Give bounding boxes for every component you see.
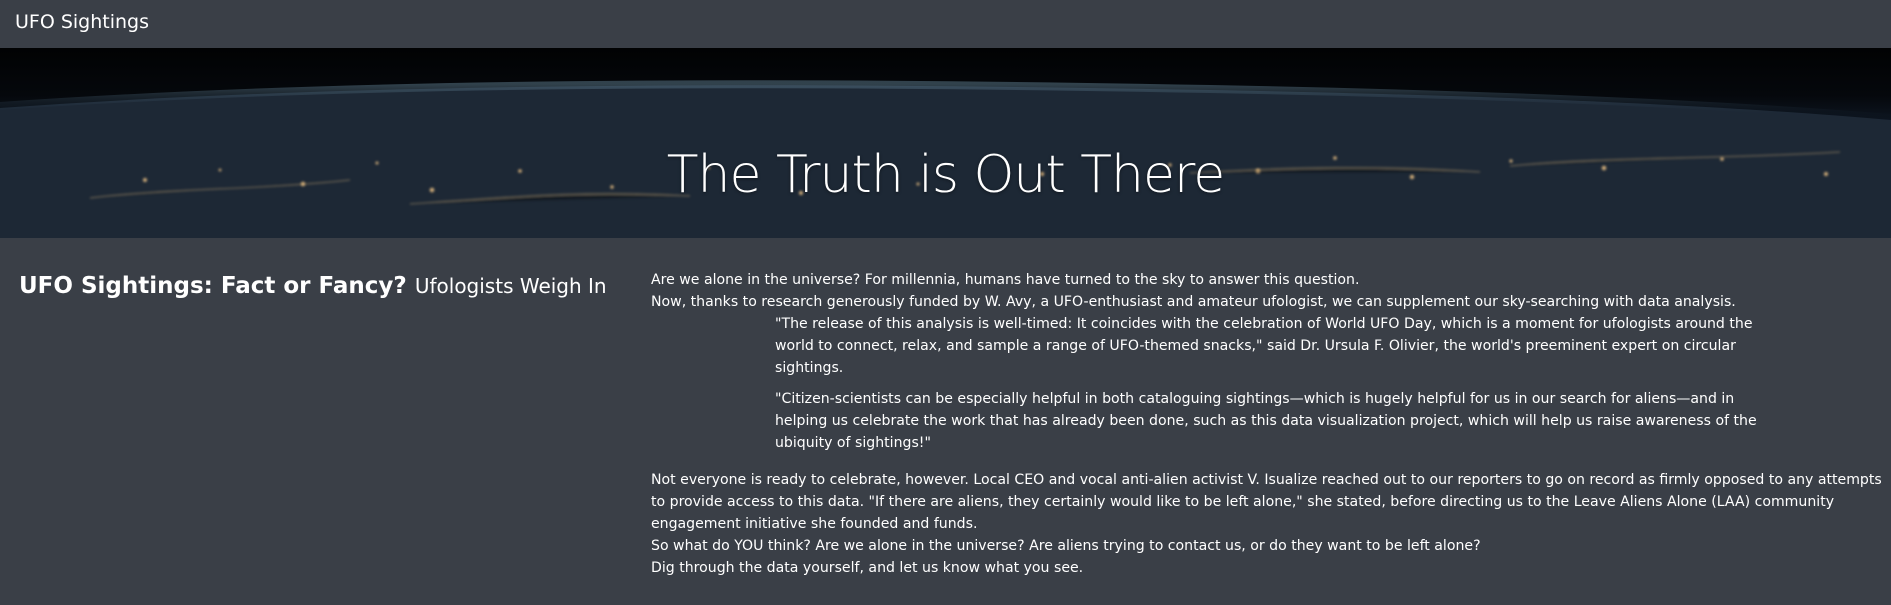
brand-link[interactable]: UFO Sightings (15, 10, 149, 34)
article-title: UFO Sightings: Fact or Fancy? (19, 273, 407, 299)
hero-banner: The Truth is Out There (0, 48, 1891, 238)
article-body: Are we alone in the universe? For millen… (651, 269, 1883, 579)
article-subtitle: Ufologists Weigh In (414, 274, 607, 298)
closing-question: So what do YOU think? Are we alone in th… (651, 538, 1481, 554)
earth-night-image (0, 80, 1891, 238)
quote-world-ufo-day: "The release of this analysis is well-ti… (775, 316, 1753, 376)
intro-paragraph-1: Are we alone in the universe? For millen… (651, 272, 1360, 288)
quote-citizen-scientists: "Citizen-scientists can be especially he… (775, 391, 1757, 451)
article-heading: UFO Sightings: Fact or Fancy? Ufologists… (19, 270, 629, 302)
hero-title: The Truth is Out There (666, 144, 1225, 205)
anti-alien-paragraph: Not everyone is ready to celebrate, howe… (651, 472, 1882, 532)
top-navbar: UFO Sightings (0, 0, 1891, 48)
intro-paragraph-2: Now, thanks to research generously funde… (651, 294, 1736, 310)
closing-call-to-action: Dig through the data yourself, and let u… (651, 560, 1084, 576)
